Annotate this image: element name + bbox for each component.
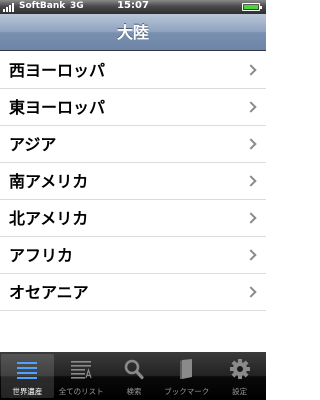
tab-label: 世界遺産 — [12, 387, 43, 396]
tab-all-list[interactable]: 全てのリスト — [55, 352, 108, 400]
list-item-label: 北アメリカ — [9, 209, 89, 228]
chevron-right-icon — [245, 212, 257, 224]
search-icon — [124, 359, 144, 380]
list-icon — [17, 362, 38, 379]
book-icon — [179, 359, 192, 379]
status-time: 15:07 — [117, 0, 149, 11]
tab-world-heritage[interactable]: 世界遺産 — [1, 354, 54, 398]
list-item-label: 東ヨーロッパ — [9, 98, 106, 117]
chevron-right-icon — [245, 101, 257, 113]
chevron-right-icon — [245, 175, 257, 187]
battery-icon — [242, 3, 262, 11]
chevron-right-icon — [245, 64, 257, 76]
list-item-asia[interactable]: アジア — [0, 126, 266, 163]
list-item-label: 南アメリカ — [9, 172, 89, 191]
list-item-label: アジア — [9, 135, 57, 154]
tab-search[interactable]: 検索 — [108, 352, 161, 400]
tab-bookmark[interactable]: ブックマーク — [160, 352, 213, 400]
list-item-south-america[interactable]: 南アメリカ — [0, 163, 266, 200]
list-item-label: アフリカ — [9, 246, 74, 265]
tab-label: 全てのリスト — [58, 387, 104, 396]
list-item-africa[interactable]: アフリカ — [0, 237, 266, 274]
chevron-right-icon — [245, 249, 257, 261]
battery-level — [244, 5, 258, 9]
list-item-north-america[interactable]: 北アメリカ — [0, 200, 266, 237]
list-item-label: オセアニア — [9, 283, 89, 302]
tab-settings[interactable]: 設定 — [213, 352, 266, 400]
status-bar: SoftBank 3G 15:07 — [0, 0, 266, 14]
continent-list: 西ヨーロッパ 東ヨーロッパ アジア 南アメリカ 北アメリカ アフリカ オセアニア — [0, 52, 266, 311]
gear-icon — [229, 359, 250, 379]
list-item-oceania[interactable]: オセアニア — [0, 274, 266, 311]
chevron-right-icon — [245, 138, 257, 150]
chevron-right-icon — [245, 286, 257, 298]
tab-bar: 世界遺産 全てのリスト 検索 ブックマーク 設定 — [0, 352, 266, 400]
list-item-label: 西ヨーロッパ — [9, 61, 106, 80]
alphabet-list-icon — [71, 361, 92, 379]
list-item-eastern-europe[interactable]: 東ヨーロッパ — [0, 89, 266, 126]
tab-label: 設定 — [232, 387, 248, 396]
list-item-western-europe[interactable]: 西ヨーロッパ — [0, 52, 266, 89]
tab-label: 検索 — [126, 387, 142, 396]
navigation-bar: 大陸 — [0, 14, 266, 51]
tab-label: ブックマーク — [164, 387, 210, 396]
page-title: 大陸 — [116, 23, 149, 42]
